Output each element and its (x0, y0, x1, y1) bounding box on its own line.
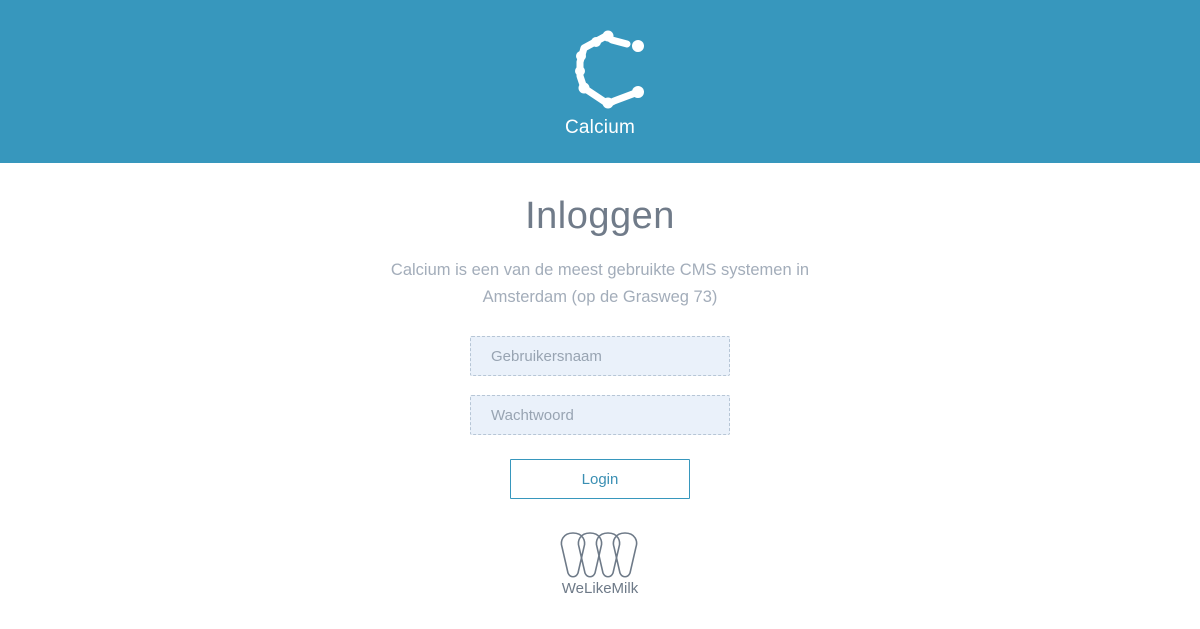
password-input[interactable] (470, 395, 730, 435)
login-button[interactable]: Login (510, 459, 690, 499)
page-title: Inloggen (525, 195, 675, 237)
app-name: Calcium (564, 117, 636, 138)
app-header: Calcium (0, 0, 1200, 163)
welikemilk-logo-icon (560, 532, 638, 578)
page-description: Calcium is een van de meest gebruikte CM… (390, 261, 810, 306)
brand-name: WeLikeMilk (561, 580, 639, 597)
calcium-logo-icon (575, 30, 644, 109)
username-input[interactable] (470, 336, 730, 376)
